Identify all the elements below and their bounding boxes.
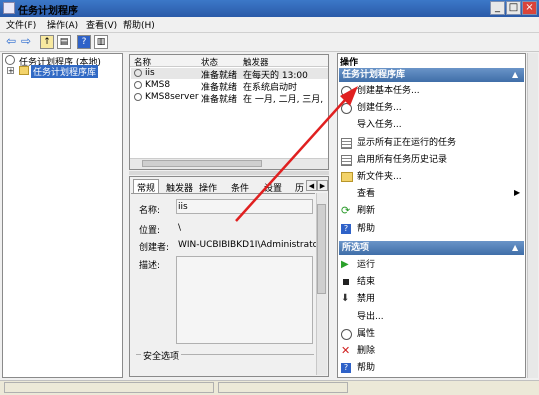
annotation-arrow [235, 86, 358, 222]
